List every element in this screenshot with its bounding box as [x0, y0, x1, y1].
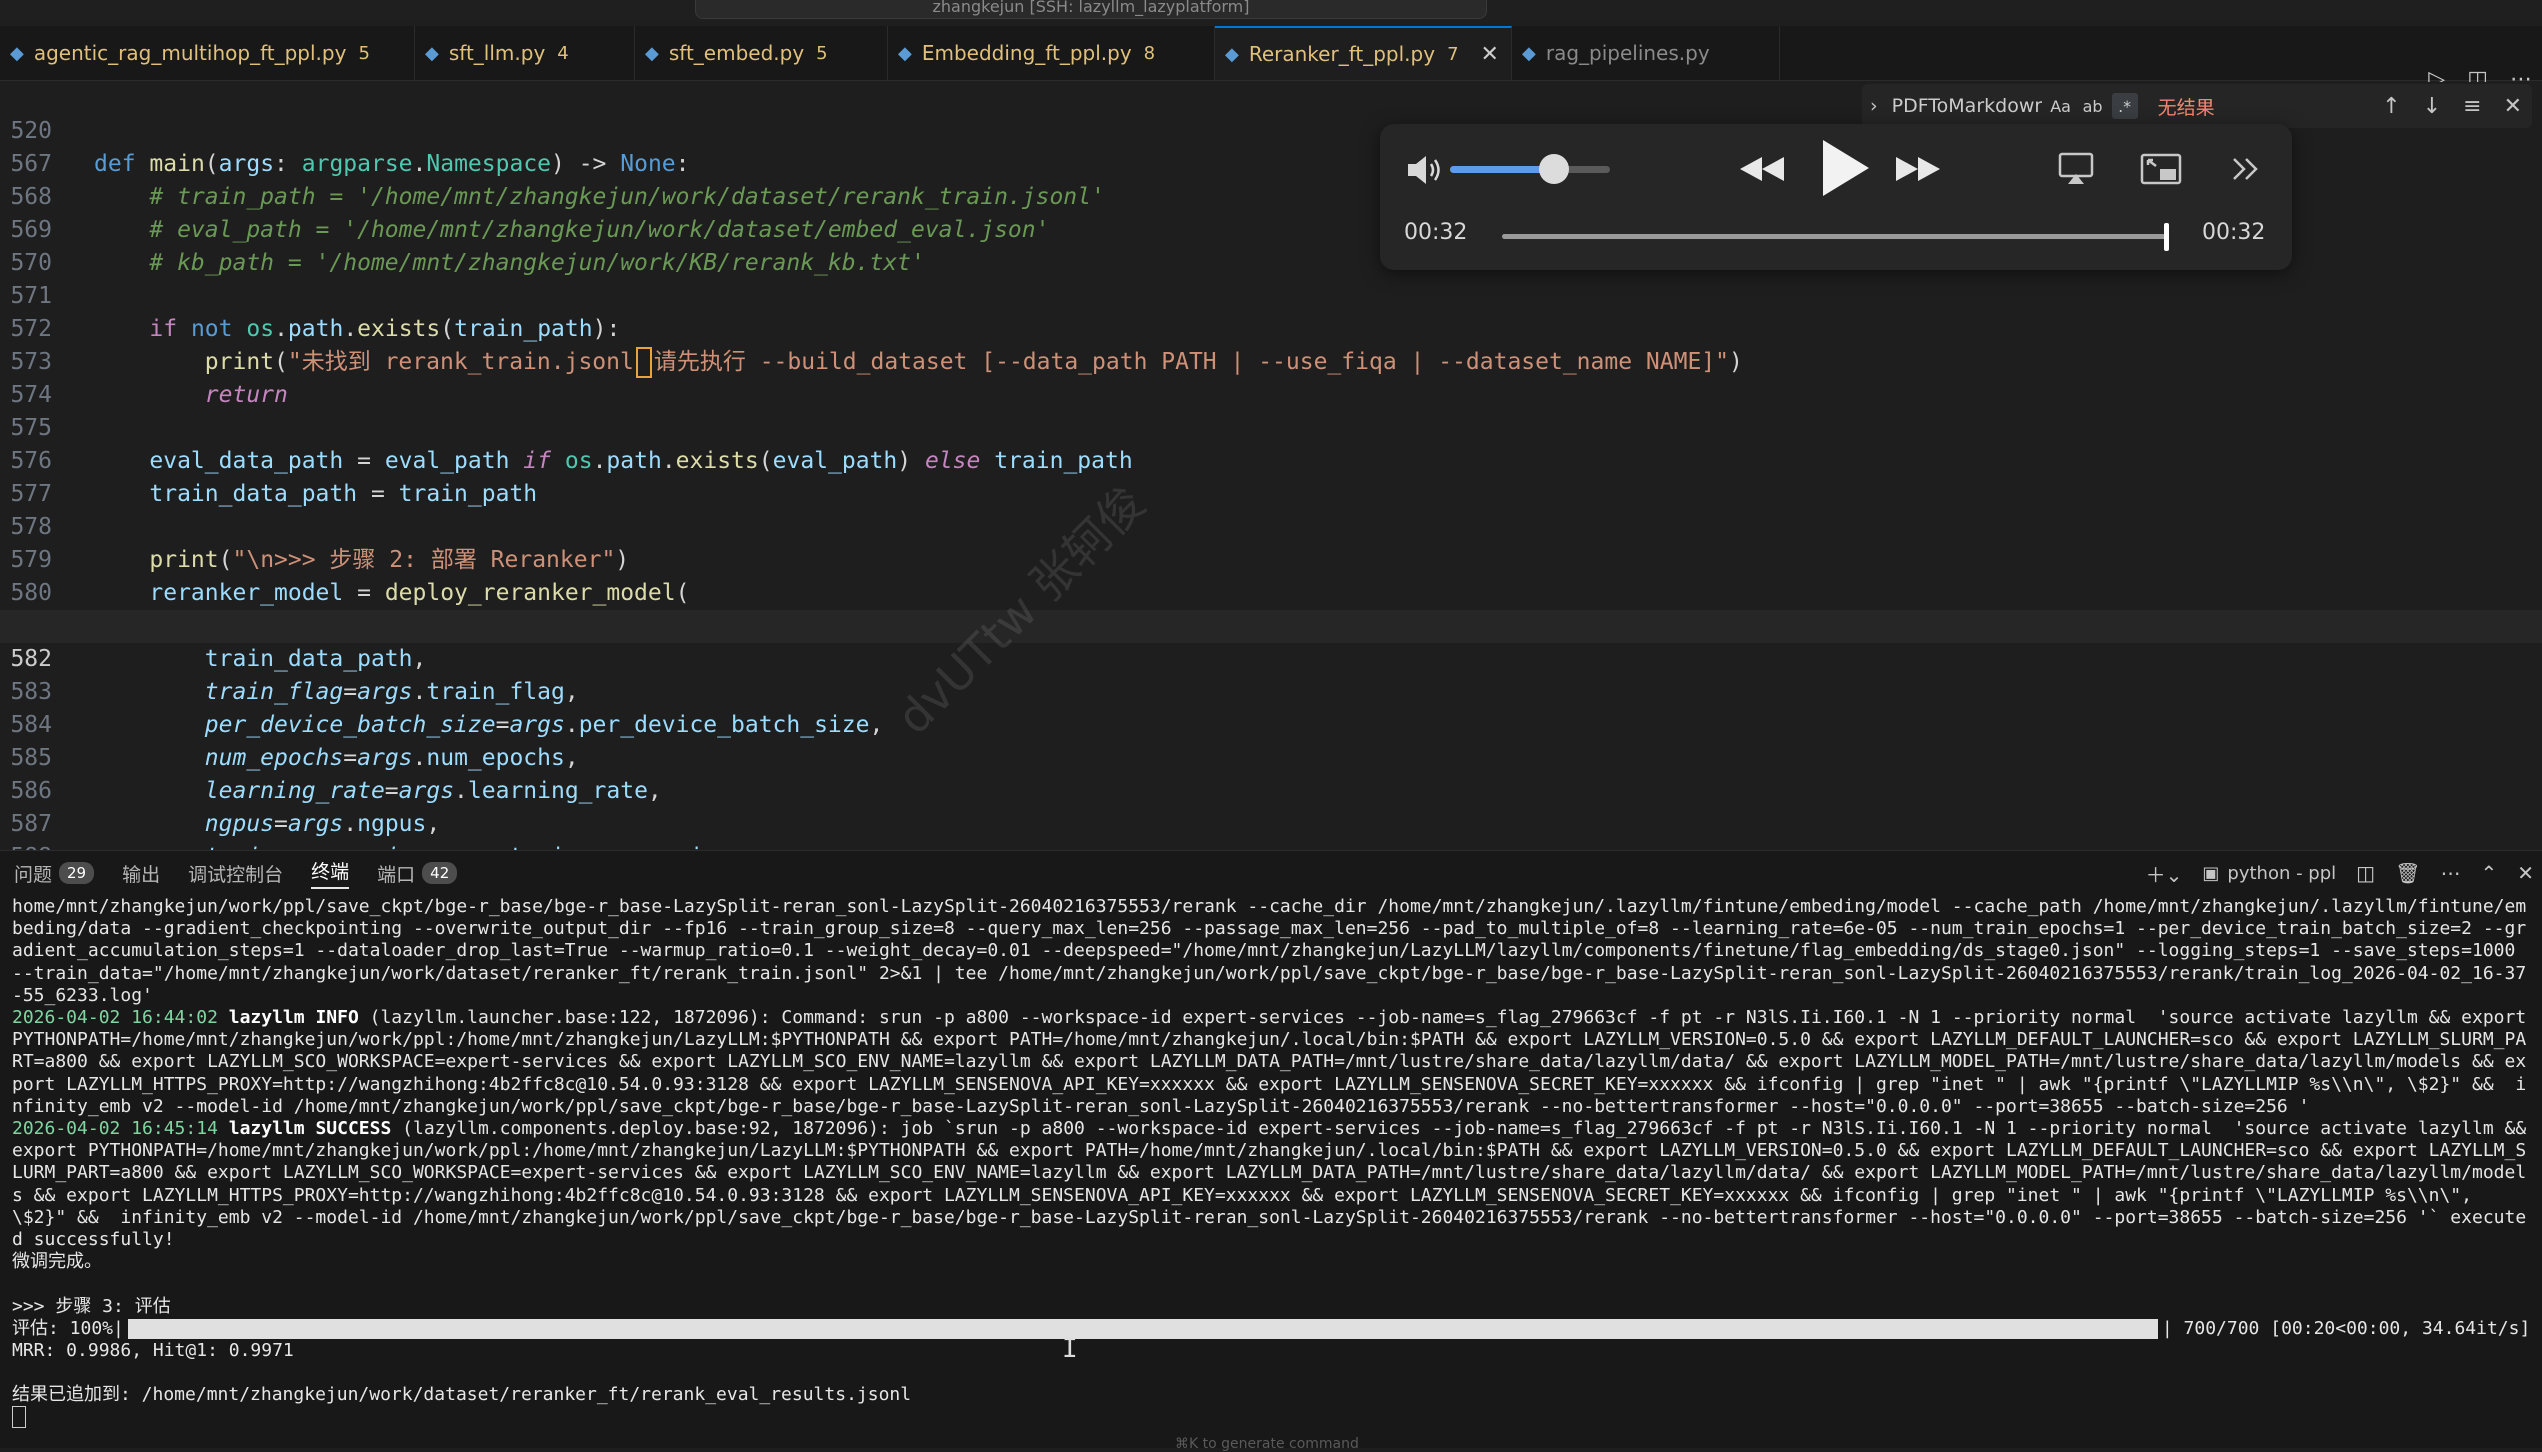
pip-button[interactable]	[2136, 144, 2186, 194]
current-code-line: 582 train_flag=args.train_flag,	[0, 610, 2542, 705]
eval-result-path: 结果已追加到: /home/mnt/zhangkejun/work/datase…	[12, 1384, 912, 1406]
terminal-selector[interactable]: ▣ python - ppl	[2202, 863, 2336, 884]
tab-terminal[interactable]: 终端	[311, 857, 350, 889]
eval-progress-bar	[127, 1318, 2158, 1339]
tab-problems[interactable]: 问题 29	[14, 860, 95, 887]
problems-badge: 29	[59, 862, 95, 884]
terminal-line: home/mnt/zhangkejun/work/ppl/save_ckpt/b…	[12, 896, 2527, 1006]
rewind-button[interactable]	[1732, 144, 1792, 194]
code-line: 583 per_device_batch_size=args.per_devic…	[10, 679, 884, 738]
find-input[interactable]: PDFToMarkdown	[1892, 95, 2042, 117]
python-file-icon: ◆	[645, 42, 659, 64]
code-line: 587 train_group_size=args.train_group_si…	[10, 811, 744, 870]
code-line: 588 )	[0, 808, 2542, 903]
close-tab-icon[interactable]: ✕	[1481, 42, 1499, 67]
problem-count: 7	[1447, 43, 1459, 65]
python-file-icon: ◆	[1522, 42, 1536, 64]
fast-forward-button[interactable]	[1888, 144, 1948, 194]
tab-output[interactable]: 输出	[122, 860, 160, 887]
tab-debug-console[interactable]: 调试控制台	[188, 860, 283, 887]
python-file-icon: ◆	[425, 42, 439, 64]
tab-rag-pipelines[interactable]: ◆ rag_pipelines.py	[1512, 26, 1780, 80]
close-panel-icon[interactable]: ✕	[2517, 861, 2534, 885]
trash-icon[interactable]: 🗑	[2395, 861, 2420, 885]
code-line: 579 reranker_model = deploy_reranker_mod…	[10, 547, 690, 606]
mouse-cursor: I	[1062, 1334, 1078, 1364]
problem-count: 5	[816, 42, 828, 64]
terminal-line: 微调完成。	[12, 1251, 102, 1273]
code-line: 575 eval_data_path = eval_path if os.pat…	[10, 415, 1133, 474]
whole-word-toggle[interactable]: ab	[2080, 93, 2106, 119]
close-icon[interactable]: ✕	[2504, 94, 2522, 119]
media-player: 00:32 00:32	[1380, 124, 2292, 270]
volume-icon[interactable]	[1404, 152, 1444, 188]
tab-ports[interactable]: 端口 42	[377, 860, 458, 887]
airplay-button[interactable]	[2054, 144, 2098, 194]
code-line: 576 train_data_path = train_path	[10, 448, 538, 507]
code-line: 578 print("\n>>> 步骤 2: 部署 Reranker")	[10, 514, 630, 573]
seek-thumb[interactable]	[2164, 223, 2169, 251]
code-line: 581 train_data_path,	[10, 613, 427, 672]
code-line: 580 args.rerank_path,	[10, 580, 440, 639]
code-line: 572 print("未找到 rerank_train.jsonl 请先执行 --…	[0, 280, 2542, 378]
regex-toggle[interactable]: .*	[2111, 93, 2138, 119]
terminal-icon: ▣	[2202, 862, 2220, 884]
tab-agentic-rag[interactable]: ◆ agentic_rag_multihop_ft_ppl.py 5	[0, 26, 415, 80]
code-line: 577	[10, 481, 52, 507]
python-file-icon: ◆	[1225, 43, 1239, 65]
seek-progress	[1502, 234, 2166, 239]
fast-forward-icon	[1896, 157, 1940, 181]
tab-reranker-ft[interactable]: ◆ Reranker_ft_ppl.py 7 ✕	[1215, 26, 1512, 80]
tab-sft-embed[interactable]: ◆ sft_embed.py 5	[635, 26, 888, 80]
command-center[interactable]: zhangkejun [SSH: lazyllm_lazyplatform]	[695, 0, 1487, 19]
ports-badge: 42	[422, 862, 458, 884]
new-terminal-icon[interactable]: ＋⌄	[2146, 859, 2183, 888]
code-line: 586 ngpus=args.ngpus,	[10, 778, 441, 837]
match-case-toggle[interactable]: Aa	[2048, 93, 2074, 119]
problem-count: 5	[358, 42, 370, 64]
seek-bar[interactable]	[1502, 223, 2169, 251]
python-file-icon: ◆	[10, 42, 24, 64]
terminal-line: >>> 步骤 3: 评估	[12, 1295, 171, 1317]
play-button[interactable]	[1810, 136, 1880, 200]
panel-header: 问题 29 输出 调试控制台 终端 端口 42 ＋⌄ ▣ python - ppl ◫…	[0, 850, 2542, 895]
arrow-up-icon[interactable]: ↑	[2382, 94, 2400, 119]
play-icon	[1823, 140, 1869, 196]
title-bar: zhangkejun [SSH: lazyllm_lazyplatform]	[0, 0, 2542, 22]
python-file-icon: ◆	[898, 42, 912, 64]
terminal-line: 2026-04-02 16:45:14 lazyllm SUCCESS (laz…	[12, 1118, 2538, 1251]
picture-in-picture-icon	[2140, 153, 2182, 185]
rewind-icon	[1740, 157, 1784, 181]
problem-count: 4	[557, 42, 569, 64]
eval-metrics: MRR: 0.9986, Hit@1: 0.9971	[12, 1339, 294, 1361]
current-time: 00:32	[1404, 220, 1468, 245]
tab-sft-llm[interactable]: ◆ sft_llm.py 4	[415, 26, 635, 80]
more-controls-button[interactable]	[2226, 144, 2266, 194]
code-line: 574	[10, 382, 52, 408]
editor-tab-bar: ◆ agentic_rag_multihop_ft_ppl.py 5 ◆ sft_ll…	[0, 26, 2542, 92]
code-line: 573 return	[10, 349, 288, 408]
split-terminal-icon[interactable]: ◫	[2356, 861, 2375, 885]
code-line: 585 learning_rate=args.learning_rate,	[10, 745, 662, 804]
find-widget: › PDFToMarkdown Aa ab .* 无结果 ↑ ↓ ≡ ✕	[1862, 84, 2532, 128]
maximize-panel-icon[interactable]: ⌃	[2480, 861, 2497, 885]
terminal-output[interactable]: home/mnt/zhangkejun/work/ppl/save_ckpt/b…	[0, 894, 2542, 1448]
terminal-cursor	[12, 1406, 26, 1429]
terminal-line: 2026-04-02 16:44:02 lazyllm INFO (lazyll…	[12, 1007, 2538, 1117]
find-in-selection-icon[interactable]: ≡	[2463, 94, 2481, 119]
volume-slider[interactable]	[1450, 154, 1610, 184]
problem-count: 8	[1143, 42, 1156, 64]
generate-command-hint: ⌘K to generate command	[1175, 1436, 1359, 1452]
airplay-icon	[2058, 152, 2094, 184]
code-line: 584 num_epochs=args.num_epochs,	[10, 712, 579, 771]
chevron-right-icon[interactable]: ›	[1870, 95, 1878, 117]
find-result: 无结果	[2157, 96, 2215, 119]
tab-embedding-ft[interactable]: ◆ Embedding_ft_ppl.py 8	[888, 26, 1215, 80]
arrow-down-icon[interactable]: ↓	[2423, 94, 2441, 119]
double-chevron-right-icon	[2233, 158, 2258, 180]
total-time: 00:32	[2202, 220, 2266, 245]
volume-thumb[interactable]	[1539, 154, 1569, 184]
more-actions-icon[interactable]: ⋯	[2440, 861, 2460, 885]
eval-progress-row: 评估: 100%| | 700/700 [00:20<00:00, 34.64i…	[12, 1317, 2531, 1339]
